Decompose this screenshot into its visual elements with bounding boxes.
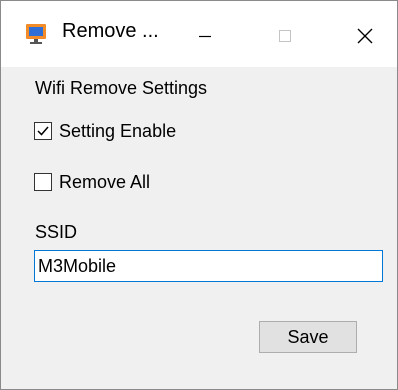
- minimize-icon: [199, 35, 211, 38]
- close-icon: [357, 28, 373, 44]
- remove-all-label[interactable]: Remove All: [59, 172, 150, 193]
- remove-all-row[interactable]: Remove All: [34, 170, 150, 194]
- setting-enable-row[interactable]: Setting Enable: [34, 119, 176, 143]
- settings-panel: Wifi Remove Settings Setting Enable Remo…: [1, 67, 397, 389]
- setting-enable-checkbox[interactable]: [34, 122, 52, 140]
- title-bar[interactable]: Remove ...: [1, 1, 397, 67]
- setting-enable-label[interactable]: Setting Enable: [59, 121, 176, 142]
- checkmark-icon: [37, 126, 49, 136]
- remove-settings-window: Remove ... Wifi Remove Settings Setting …: [0, 0, 398, 390]
- monitor-app-icon: [25, 23, 47, 45]
- settings-group-label: Wifi Remove Settings: [35, 78, 208, 98]
- remove-all-checkbox[interactable]: [34, 173, 52, 191]
- close-button[interactable]: [335, 1, 395, 67]
- ssid-input[interactable]: [34, 250, 383, 282]
- maximize-icon: [279, 30, 291, 42]
- window-title: Remove ...: [62, 20, 159, 42]
- save-button[interactable]: Save: [259, 321, 357, 353]
- maximize-button: [255, 1, 315, 67]
- ssid-label: SSID: [35, 222, 78, 242]
- minimize-button[interactable]: [175, 1, 235, 67]
